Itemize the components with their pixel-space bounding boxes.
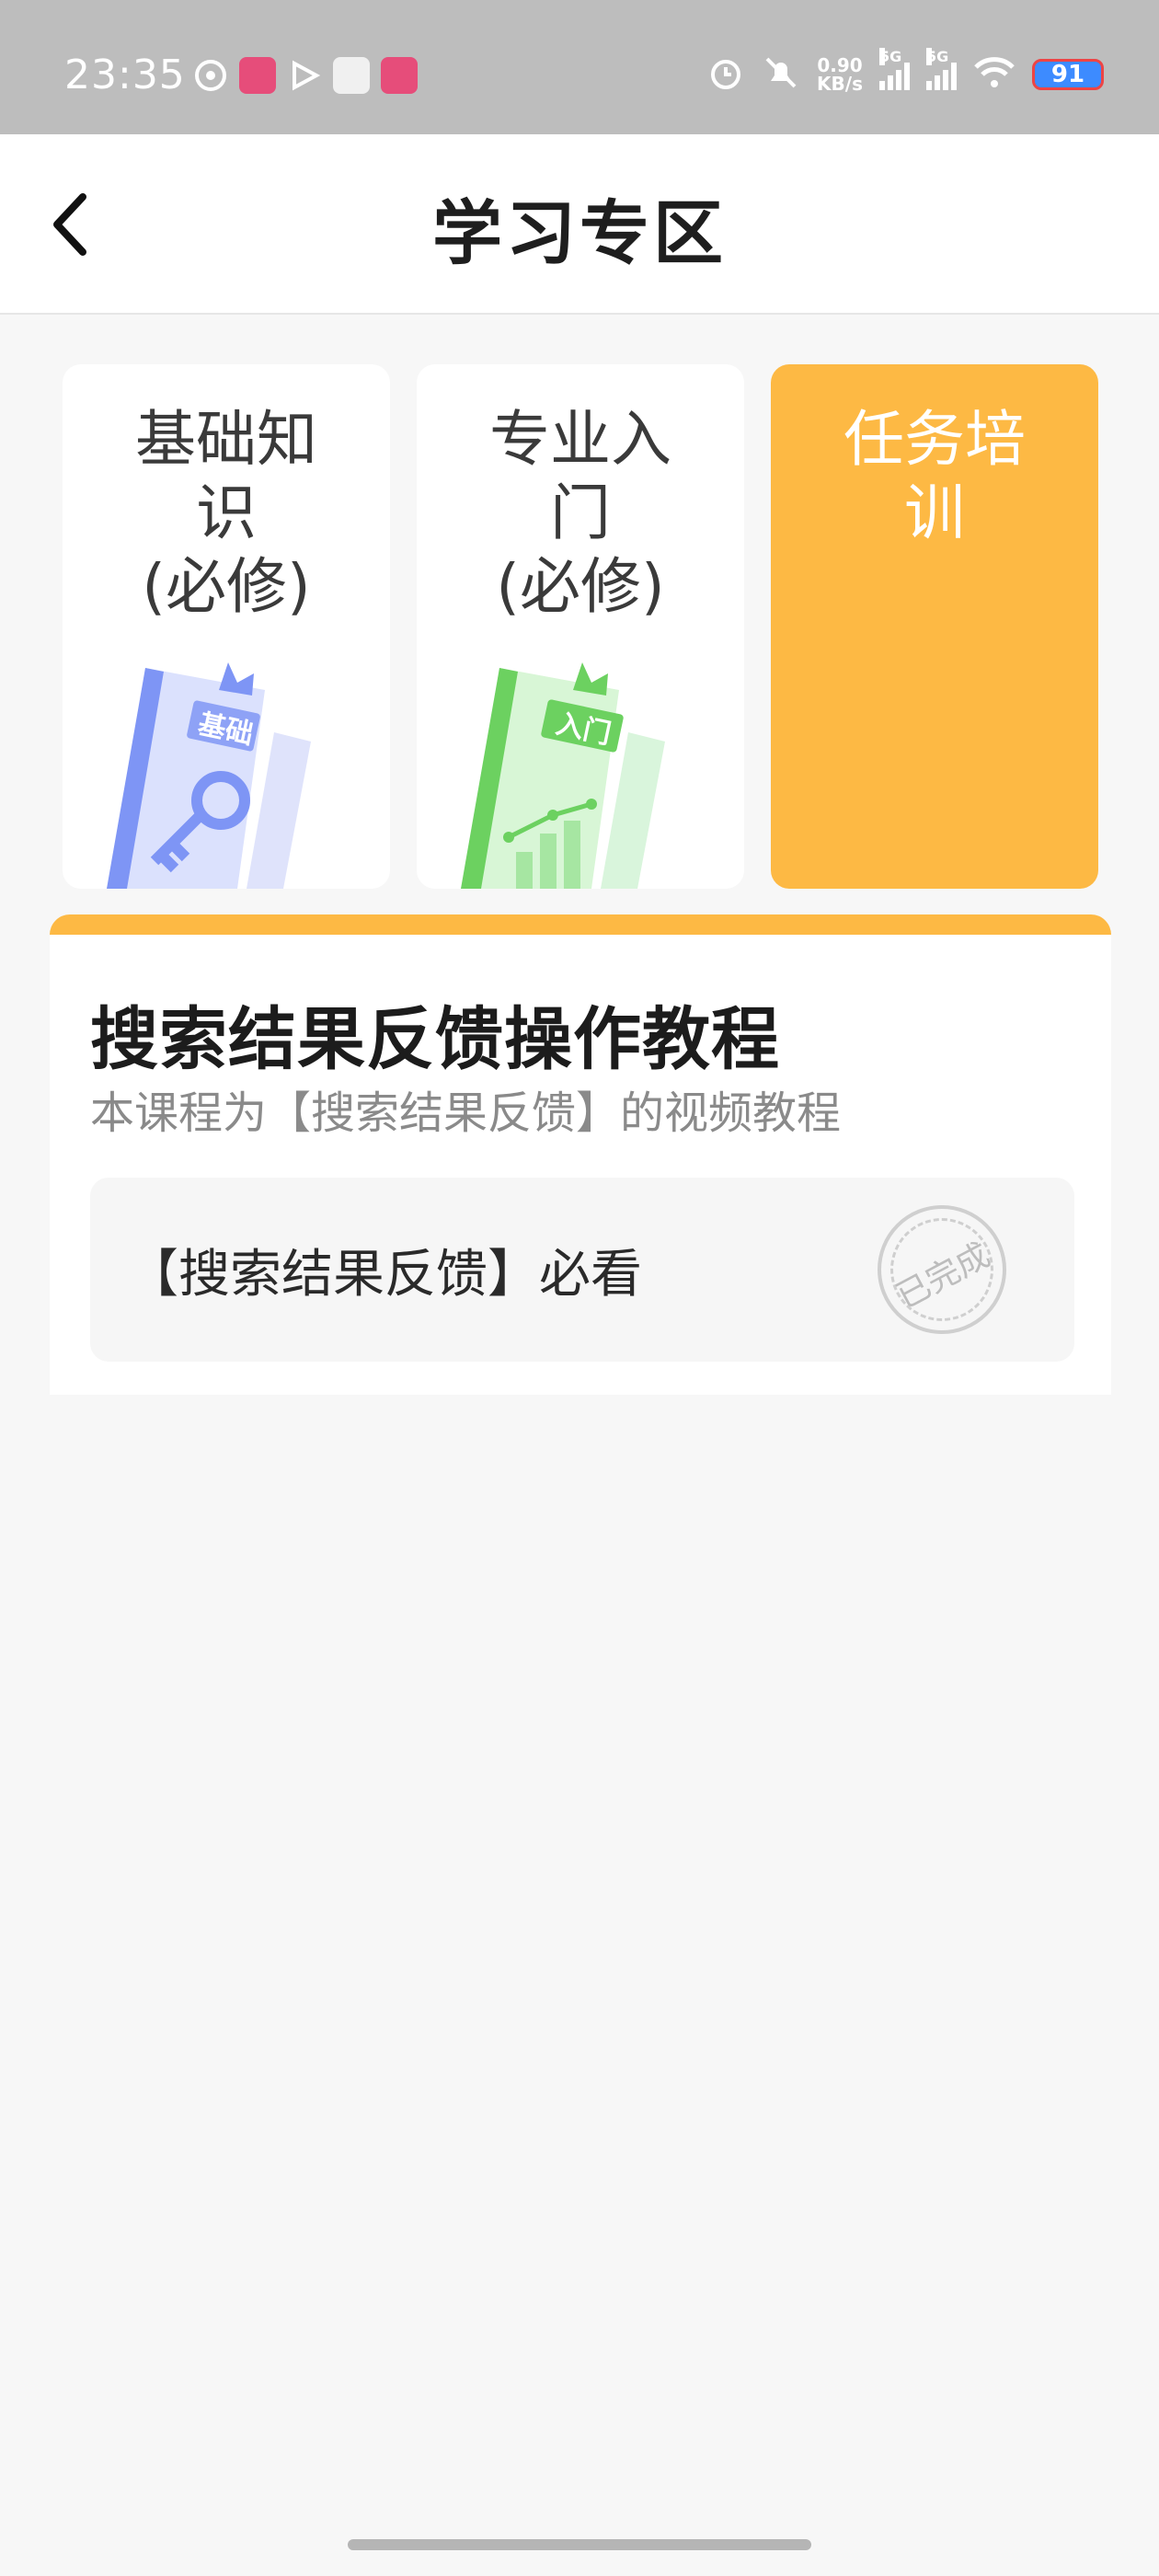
category-label: 任务培 训: [843, 404, 1026, 548]
course-panel: 搜索结果反馈操作教程 本课程为【搜索结果反馈】的视频教程 【搜索结果反馈】必看 …: [50, 914, 1111, 1395]
status-bar: 23:35 0.90 KB/s 5G 5G 91: [0, 0, 1159, 134]
alarm-icon: [706, 53, 745, 96]
category-card-task-training[interactable]: 任务培 训: [771, 364, 1098, 889]
battery-indicator: 91: [1032, 59, 1104, 90]
completed-stamp: 已完成: [878, 1205, 1006, 1334]
network-speed: 0.90 KB/s: [817, 54, 863, 95]
category-label: 基础知 识 (必修): [135, 404, 317, 622]
cellular-signal-icon-2: 5G: [926, 48, 957, 90]
mute-bell-icon: [762, 53, 800, 96]
category-label: 专业入 门 (必修): [489, 404, 671, 622]
category-tabs: 基础知 识 (必修) 基础 专业入 门 (必修) 入门 任务培 训: [63, 364, 1098, 889]
lesson-item[interactable]: 【搜索结果反馈】必看 已完成: [90, 1178, 1074, 1362]
status-time: 23:35: [64, 52, 186, 98]
cellular-signal-icon: 5G: [879, 48, 910, 90]
music-app-icon: [193, 58, 228, 93]
notification-icons: [193, 57, 418, 94]
course-accent-bar: [50, 914, 1111, 935]
course-description: 本课程为【搜索结果反馈】的视频教程: [90, 1087, 842, 1139]
chart-book-icon: 入门: [461, 662, 665, 889]
bilibili-app-icon-2: [381, 57, 418, 94]
course-title: 搜索结果反馈操作教程: [90, 1000, 780, 1079]
home-indicator[interactable]: [348, 2539, 811, 2550]
key-book-icon: 基础: [107, 662, 311, 889]
system-icons: 0.90 KB/s 5G 5G 91: [706, 48, 1104, 96]
mail-app-icon: [333, 57, 370, 94]
page-title: 学习专区: [432, 192, 727, 274]
completed-stamp-text: 已完成: [890, 1236, 996, 1317]
bilibili-app-icon: [239, 57, 276, 94]
category-card-intro[interactable]: 专业入 门 (必修) 入门: [417, 364, 744, 889]
app-header: 学习专区: [0, 134, 1159, 315]
wifi-icon: [973, 56, 1016, 93]
category-card-basics[interactable]: 基础知 识 (必修) 基础: [63, 364, 390, 889]
video-play-icon: [287, 58, 322, 93]
lesson-title: 【搜索结果反馈】必看: [127, 1245, 642, 1305]
